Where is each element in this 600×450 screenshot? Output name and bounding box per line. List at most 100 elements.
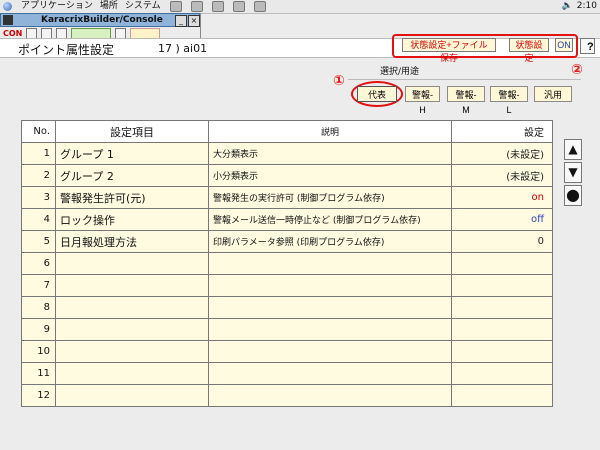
setting-description (208, 362, 452, 385)
menu-system[interactable]: システム (125, 0, 161, 13)
launcher-icon-1[interactable] (169, 1, 182, 12)
col-no: No. (21, 120, 56, 143)
setting-value[interactable]: on (451, 186, 553, 209)
row-number: 5 (21, 230, 56, 253)
setting-item[interactable]: ロック操作 (55, 208, 209, 231)
table-row[interactable]: 10 (21, 340, 553, 363)
setting-item[interactable]: グループ 1 (55, 142, 209, 165)
tab-alarm-h[interactable]: 警報-H (405, 86, 440, 115)
table-row[interactable]: 11 (21, 362, 553, 385)
annotation-1: ① (333, 73, 345, 89)
setting-item[interactable] (55, 384, 209, 407)
setting-description (208, 384, 452, 407)
row-number: 4 (21, 208, 56, 231)
state-setting-button[interactable]: 状態設定 (509, 38, 549, 63)
setting-item[interactable] (55, 252, 209, 275)
settings-table: No. 設定項目 説明 設定 1 グループ 1 大分類表示 (未設定) 2 グル… (21, 120, 553, 407)
setting-value[interactable] (451, 362, 553, 385)
minimize-button[interactable]: _ (175, 15, 187, 27)
console-window-title: KaracrixBuilder/Console (41, 15, 163, 25)
row-number: 12 (21, 384, 56, 407)
table-row[interactable]: 12 (21, 384, 553, 407)
launcher-icon-2[interactable] (190, 1, 203, 12)
setting-item[interactable] (55, 296, 209, 319)
row-number: 6 (21, 252, 56, 275)
help-button[interactable]: ? (580, 38, 595, 54)
launcher-icon-5[interactable] (253, 1, 266, 12)
system-menu: アプリケーション 場所 システム (3, 0, 266, 13)
row-number: 3 (21, 186, 56, 209)
setting-description (208, 318, 452, 341)
table-row[interactable]: 6 (21, 252, 553, 275)
launcher-icon-4[interactable] (232, 1, 245, 12)
setting-value[interactable]: (未設定) (451, 164, 553, 187)
table-row[interactable]: 4 ロック操作 警報メール送信一時停止など (制御プログラム依存) off (21, 208, 553, 231)
table-row[interactable]: 9 (21, 318, 553, 341)
setting-item[interactable] (55, 362, 209, 385)
setting-description: 小分類表示 (208, 164, 452, 187)
table-row[interactable]: 8 (21, 296, 553, 319)
setting-value[interactable]: (未設定) (451, 142, 553, 165)
setting-value[interactable] (451, 274, 553, 297)
save-state-file-button[interactable]: 状態設定+ファイル保存 (402, 38, 496, 63)
table-row[interactable]: 1 グループ 1 大分類表示 (未設定) (21, 142, 553, 165)
setting-value[interactable] (451, 340, 553, 363)
row-number: 11 (21, 362, 56, 385)
table-navigation: ▲ ▼ ● (564, 139, 584, 208)
setting-value[interactable]: 0 (451, 230, 553, 253)
system-tray: 🔈 2:10 (562, 0, 597, 13)
console-status: CON (3, 29, 23, 38)
app-menu-icon (3, 2, 12, 11)
setting-value[interactable] (451, 318, 553, 341)
table-row[interactable]: 5 日月報処理方法 印刷パラメータ参照 (印刷プログラム依存) 0 (21, 230, 553, 253)
setting-value[interactable] (451, 252, 553, 275)
setting-value[interactable]: off (451, 208, 553, 231)
setting-description: 警報メール送信一時停止など (制御プログラム依存) (208, 208, 452, 231)
setting-item[interactable] (55, 340, 209, 363)
record-indicator-button[interactable]: ● (564, 185, 582, 206)
row-number: 7 (21, 274, 56, 297)
scroll-down-button[interactable]: ▼ (564, 162, 582, 183)
point-id: 17 ) ai01 (158, 42, 208, 55)
clock[interactable]: 2:10 (577, 0, 597, 13)
launcher-icon-3[interactable] (211, 1, 224, 12)
setting-value[interactable] (451, 384, 553, 407)
col-description: 説明 (208, 120, 452, 143)
tab-representative[interactable]: 代表 (357, 86, 397, 102)
setting-description: 印刷パラメータ参照 (印刷プログラム依存) (208, 230, 452, 253)
tab-alarm-l[interactable]: 警報-L (490, 86, 528, 115)
setting-value[interactable] (451, 296, 553, 319)
speaker-icon[interactable]: 🔈 (562, 0, 573, 13)
setting-item[interactable]: グループ 2 (55, 164, 209, 187)
tab-alarm-m[interactable]: 警報-M (447, 86, 485, 115)
menu-applications[interactable]: アプリケーション (21, 0, 93, 13)
table-row[interactable]: 2 グループ 2 小分類表示 (未設定) (21, 164, 553, 187)
tab-general[interactable]: 汎用 (534, 86, 572, 102)
setting-description (208, 296, 452, 319)
scroll-up-button[interactable]: ▲ (564, 139, 582, 160)
setting-item[interactable]: 警報発生許可(元) (55, 186, 209, 209)
close-icon[interactable]: × (188, 15, 200, 27)
row-number: 2 (21, 164, 56, 187)
system-menubar: アプリケーション 場所 システム 🔈 2:10 (0, 0, 600, 14)
row-number: 1 (21, 142, 56, 165)
menu-places[interactable]: 場所 (100, 0, 118, 13)
purpose-label: 選択/用途 (380, 67, 420, 77)
col-item: 設定項目 (55, 120, 209, 143)
table-header-row: No. 設定項目 説明 設定 (21, 120, 553, 143)
setting-description (208, 340, 452, 363)
on-button[interactable]: ON (555, 38, 573, 52)
table-row[interactable]: 7 (21, 274, 553, 297)
row-number: 9 (21, 318, 56, 341)
setting-description (208, 274, 452, 297)
row-number: 10 (21, 340, 56, 363)
table-row[interactable]: 3 警報発生許可(元) 警報発生の実行許可 (制御プログラム依存) on (21, 186, 553, 209)
annotation-2: ② (571, 62, 583, 78)
setting-description (208, 252, 452, 275)
row-number: 8 (21, 296, 56, 319)
setting-item[interactable] (55, 274, 209, 297)
setting-item[interactable] (55, 318, 209, 341)
console-titlebar: KaracrixBuilder/Console _ × (0, 13, 200, 27)
console-window-icon[interactable] (3, 15, 13, 25)
setting-item[interactable]: 日月報処理方法 (55, 230, 209, 253)
